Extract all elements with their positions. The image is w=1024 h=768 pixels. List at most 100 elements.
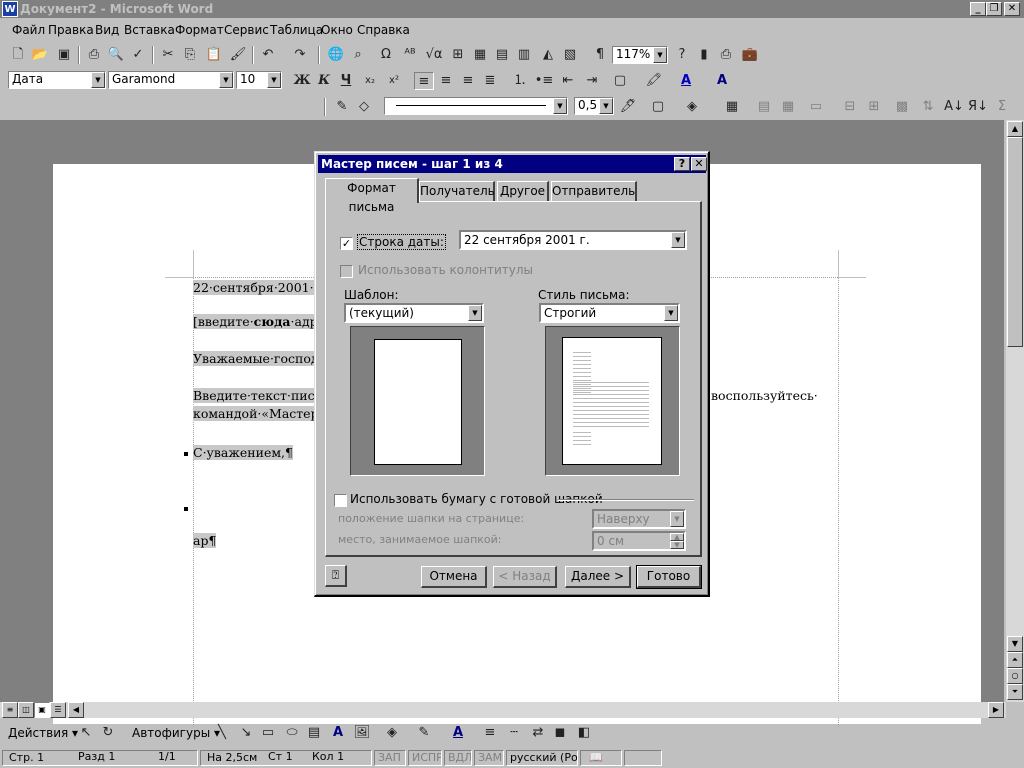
style-select[interactable]: Дата ▼: [8, 71, 106, 89]
distribute-rows-icon[interactable]: ⊟: [840, 98, 860, 116]
close-button[interactable]: ✕: [1004, 2, 1020, 16]
italic-icon[interactable]: К: [314, 72, 334, 90]
dialog-help-button[interactable]: ?: [674, 157, 690, 171]
line-style-select[interactable]: ▼: [384, 97, 568, 115]
undo-icon[interactable]: ↶: [258, 46, 278, 64]
status-trk[interactable]: ИСПР: [408, 750, 442, 766]
show-hide-icon[interactable]: ¶: [590, 46, 610, 64]
spelling-icon[interactable]: ✓: [128, 46, 148, 64]
menu-window[interactable]: Окно: [321, 20, 353, 40]
textbox-icon[interactable]: ▤: [304, 724, 324, 742]
office-assistant-button[interactable]: ⍰: [325, 565, 347, 587]
symbol-icon[interactable]: Ω: [376, 46, 396, 64]
briefcase-icon[interactable]: 💼: [740, 46, 760, 64]
minimize-button[interactable]: _: [970, 2, 986, 16]
superscript-icon[interactable]: x²: [384, 72, 404, 90]
bold-icon[interactable]: Ж: [292, 72, 312, 90]
menu-format[interactable]: Формат: [175, 20, 224, 40]
status-ext[interactable]: ВДЛ: [444, 750, 472, 766]
font-color-icon[interactable]: A: [676, 72, 696, 90]
increase-indent-icon[interactable]: ⇥: [582, 72, 602, 90]
open-folder-icon[interactable]: 📂: [30, 46, 50, 64]
outside-border-icon[interactable]: ▢: [648, 98, 668, 116]
print-icon-2[interactable]: ⎙: [716, 46, 736, 64]
font-size-select[interactable]: 10 ▼: [236, 71, 282, 89]
change-direction-icon[interactable]: ⇅: [918, 98, 938, 116]
menu-table[interactable]: Таблица: [270, 20, 323, 40]
autosum-icon[interactable]: Σ: [992, 98, 1012, 116]
restore-button[interactable]: ❐: [986, 2, 1002, 16]
font-select[interactable]: Garamond ▼: [108, 71, 234, 89]
line-weight-select[interactable]: 0,5 ▼: [574, 97, 614, 115]
date-format-select[interactable]: 22 сентября 2001 г. ▼: [459, 230, 687, 250]
scroll-up-button[interactable]: ▲: [1007, 121, 1023, 137]
table-autoformat-icon[interactable]: ▩: [892, 98, 912, 116]
align-center-icon[interactable]: ≡: [436, 72, 456, 90]
zoom-select[interactable]: 117% ▼: [612, 46, 668, 64]
dash-style-icon[interactable]: ┄: [504, 724, 524, 742]
menu-insert[interactable]: Вставка: [124, 20, 175, 40]
hyperlink-icon[interactable]: 🌐: [326, 46, 346, 64]
menu-file[interactable]: Файл: [12, 20, 45, 40]
line-color-icon[interactable]: ✎: [414, 724, 434, 742]
letter-style-select[interactable]: Строгий ▼: [539, 303, 680, 323]
align-top-icon[interactable]: ▭: [806, 98, 826, 116]
fill-color-icon[interactable]: ◈: [382, 724, 402, 742]
status-language[interactable]: русский (Ро: [506, 750, 578, 766]
border-color-icon[interactable]: 🖊: [618, 98, 638, 116]
cancel-button[interactable]: Отмена: [421, 566, 487, 588]
autotext-icon[interactable]: ᴬᴮ: [400, 46, 420, 64]
sort-asc-icon[interactable]: A↓: [944, 98, 964, 116]
insert-table-icon[interactable]: ▦: [470, 46, 490, 64]
subscript-icon[interactable]: x₂: [360, 72, 380, 90]
scroll-right-button[interactable]: ▶: [988, 702, 1004, 718]
text-direction-icon[interactable]: A: [712, 72, 732, 90]
scroll-down-button[interactable]: ▼: [1007, 636, 1023, 652]
dialog-close-button[interactable]: ✕: [691, 157, 707, 171]
paste-icon[interactable]: 📋: [204, 46, 224, 64]
align-left-icon[interactable]: ≡: [414, 72, 434, 90]
format-painter-icon[interactable]: 🖌: [228, 46, 248, 64]
numbering-icon[interactable]: ⒈: [510, 72, 530, 90]
font-color-icon-2[interactable]: A: [448, 724, 468, 742]
help-icon[interactable]: ?: [672, 46, 692, 64]
tab-sender[interactable]: Отправитель: [551, 181, 637, 202]
bullets-icon[interactable]: •≡: [534, 72, 554, 90]
clipart-icon[interactable]: 🖼: [352, 724, 372, 742]
letterhead-checkbox[interactable]: [334, 494, 347, 507]
status-ovr[interactable]: ЗАМ: [474, 750, 504, 766]
shadow-icon[interactable]: ◼: [550, 724, 570, 742]
draw-table-icon[interactable]: ✎: [332, 98, 352, 116]
new-document-icon[interactable]: 🗋: [8, 46, 28, 64]
select-objects-icon[interactable]: ↖: [76, 724, 96, 742]
arrow-icon[interactable]: ↘: [236, 724, 256, 742]
split-cells-icon[interactable]: ▦: [778, 98, 798, 116]
wordart-icon[interactable]: A: [328, 724, 348, 742]
menu-help[interactable]: Справка: [357, 20, 410, 40]
save-icon[interactable]: ▣: [54, 46, 74, 64]
chart-icon[interactable]: ▮: [694, 46, 714, 64]
outline-view-button[interactable]: ☰: [50, 702, 66, 718]
arrow-style-icon[interactable]: ⇄: [528, 724, 548, 742]
actions-menu[interactable]: Действия ▾: [8, 726, 78, 740]
template-select[interactable]: (текущий) ▼: [344, 303, 484, 323]
align-right-icon[interactable]: ≡: [458, 72, 478, 90]
browse-object-button[interactable]: ○: [1007, 668, 1023, 684]
line-style-icon[interactable]: ≡: [480, 724, 500, 742]
next-button[interactable]: Далее >: [565, 566, 631, 588]
justify-icon[interactable]: ≣: [480, 72, 500, 90]
tables-borders-icon[interactable]: ⊞: [448, 46, 468, 64]
copy-icon[interactable]: ⎘: [180, 46, 200, 64]
horizontal-scrollbar[interactable]: ≡ ◫ ▣ ☰ ◀ ▶: [0, 702, 1006, 718]
next-page-button[interactable]: ⏷: [1007, 684, 1023, 700]
print-icon[interactable]: ⎙: [84, 46, 104, 64]
menu-view[interactable]: Вид: [95, 20, 119, 40]
3d-icon[interactable]: ◧: [574, 724, 594, 742]
decrease-indent-icon[interactable]: ⇤: [558, 72, 578, 90]
highlight-icon[interactable]: 🖍: [644, 72, 664, 90]
eraser-icon[interactable]: ◇: [354, 98, 374, 116]
menu-edit[interactable]: Правка: [48, 20, 94, 40]
insert-table-2-icon[interactable]: ▦: [722, 98, 742, 116]
status-rec[interactable]: ЗАП: [374, 750, 406, 766]
drawing-icon[interactable]: ◭: [538, 46, 558, 64]
